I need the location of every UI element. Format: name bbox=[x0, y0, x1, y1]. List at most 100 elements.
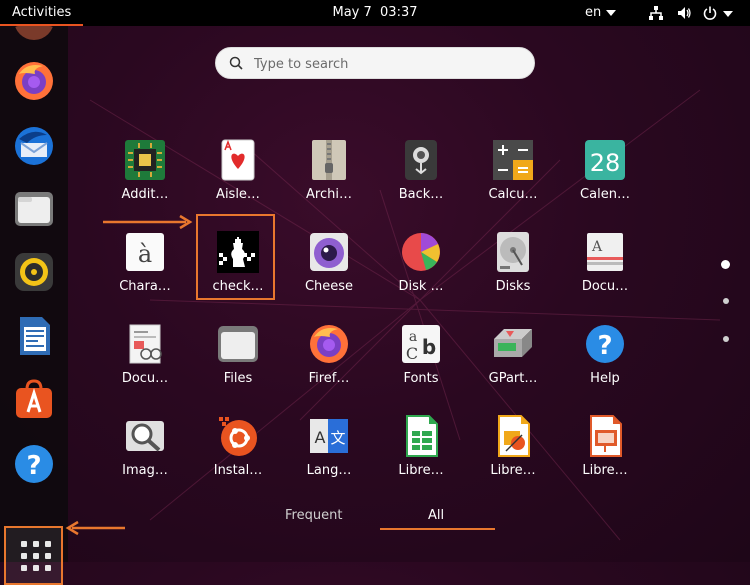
app-label: Lang… bbox=[306, 463, 352, 478]
thunderbird-icon[interactable] bbox=[12, 124, 56, 168]
search-input[interactable] bbox=[252, 53, 516, 75]
activities-button[interactable]: Activities bbox=[0, 0, 84, 26]
ubuntu-installer-icon bbox=[219, 417, 257, 456]
help-icon[interactable]: ? bbox=[12, 442, 56, 486]
highlight-box bbox=[196, 214, 275, 300]
app-tile[interactable]: Firef… bbox=[287, 317, 371, 401]
page-indicator[interactable] bbox=[723, 298, 729, 304]
app-tile[interactable]: 28 Calen… bbox=[563, 133, 647, 217]
date-label: May 7 bbox=[332, 5, 372, 20]
backup-safe-icon bbox=[405, 140, 437, 180]
help-icon: ? bbox=[586, 325, 624, 363]
app-tile[interactable]: Cheese bbox=[287, 225, 371, 309]
app-label: Libre… bbox=[490, 463, 536, 478]
firefox-icon[interactable] bbox=[12, 59, 56, 103]
calendar-icon: 28 bbox=[585, 140, 625, 180]
app-tile[interactable]: Instal… bbox=[196, 409, 280, 493]
app-label: Docu… bbox=[581, 279, 629, 294]
app-tile[interactable]: Addit… bbox=[103, 133, 187, 217]
annotation-arrow-left-icon bbox=[65, 520, 125, 536]
app-label: Addit… bbox=[121, 187, 169, 202]
app-tile[interactable]: Aisle… bbox=[196, 133, 280, 217]
svg-text:C: C bbox=[406, 344, 418, 363]
page-indicator-active[interactable] bbox=[721, 260, 730, 269]
app-label: Instal… bbox=[213, 463, 263, 478]
libreoffice-writer-icon[interactable] bbox=[12, 314, 56, 358]
page-indicator[interactable] bbox=[723, 336, 729, 342]
power-icon[interactable] bbox=[702, 5, 718, 21]
show-applications-icon bbox=[21, 541, 51, 571]
libreoffice-draw-icon bbox=[498, 415, 530, 457]
system-menu-chevron-icon[interactable] bbox=[723, 11, 733, 17]
network-icon[interactable] bbox=[648, 5, 664, 21]
svg-text:文: 文 bbox=[330, 429, 345, 447]
archive-zipper-icon bbox=[312, 140, 346, 180]
files-icon[interactable] bbox=[12, 187, 56, 231]
dock-partial-app-icon[interactable] bbox=[12, 26, 56, 40]
dock: ? bbox=[0, 26, 68, 585]
svg-text:b: b bbox=[422, 335, 436, 359]
app-tile[interactable]: Libre… bbox=[379, 409, 463, 493]
image-viewer-icon bbox=[126, 421, 164, 452]
time-label: 03:37 bbox=[380, 5, 418, 20]
tab-all[interactable]: All bbox=[428, 508, 444, 523]
hard-disk-icon bbox=[497, 232, 529, 272]
app-label: Aisle… bbox=[216, 187, 260, 202]
app-tile[interactable]: Docu… bbox=[103, 317, 187, 401]
document-viewer-icon: A bbox=[587, 233, 623, 271]
app-tile[interactable]: ? Help bbox=[563, 317, 647, 401]
app-tile[interactable]: A Docu… bbox=[563, 225, 647, 309]
calculator-icon bbox=[493, 140, 533, 180]
search-icon bbox=[229, 56, 243, 70]
app-tile[interactable]: A文 Lang… bbox=[287, 409, 371, 493]
libreoffice-impress-icon bbox=[590, 415, 622, 457]
app-label: Imag… bbox=[122, 463, 168, 478]
rhythmbox-icon[interactable] bbox=[12, 250, 56, 294]
app-label: Disk … bbox=[398, 279, 444, 294]
app-label: Calcu… bbox=[488, 187, 538, 202]
app-label: Chara… bbox=[119, 279, 171, 294]
app-tile[interactable]: à Chara… bbox=[103, 225, 187, 309]
software-center-icon[interactable] bbox=[12, 377, 56, 421]
app-tile[interactable]: aCb Fonts bbox=[379, 317, 463, 401]
app-label: GPart… bbox=[488, 371, 538, 386]
app-tile[interactable]: Imag… bbox=[103, 409, 187, 493]
app-tile[interactable]: Libre… bbox=[563, 409, 647, 493]
app-tile[interactable]: Back… bbox=[379, 133, 463, 217]
app-label: Archi… bbox=[306, 187, 352, 202]
search-field[interactable] bbox=[215, 47, 535, 79]
volume-icon[interactable] bbox=[676, 5, 692, 21]
clock-button[interactable]: May 7 03:37 bbox=[332, 5, 417, 20]
app-label: Files bbox=[223, 371, 253, 386]
app-tile[interactable]: Files bbox=[196, 317, 280, 401]
clock: May 7 03:37 bbox=[0, 0, 750, 26]
svg-text:A: A bbox=[591, 239, 603, 255]
disk-usage-pie-icon bbox=[402, 233, 440, 271]
app-tile[interactable]: Calcu… bbox=[471, 133, 555, 217]
svg-text:?: ? bbox=[597, 331, 612, 361]
character-map-icon: à bbox=[126, 233, 164, 271]
fonts-icon: aC b bbox=[402, 325, 440, 363]
document-scanner-icon bbox=[129, 324, 162, 364]
app-tile[interactable]: Archi… bbox=[287, 133, 371, 217]
app-tile[interactable]: GPart… bbox=[471, 317, 555, 401]
language-label: en bbox=[585, 5, 602, 20]
svg-text:?: ? bbox=[26, 451, 41, 481]
language-indicator[interactable]: en bbox=[585, 0, 617, 26]
app-label: Back… bbox=[398, 187, 444, 202]
tab-frequent[interactable]: Frequent bbox=[285, 508, 342, 523]
firefox-icon bbox=[310, 325, 348, 363]
app-tile[interactable]: Disks bbox=[471, 225, 555, 309]
chip-icon bbox=[125, 140, 165, 180]
show-applications-button[interactable] bbox=[4, 526, 63, 585]
app-tile[interactable]: Disk … bbox=[379, 225, 463, 309]
app-tile[interactable]: Libre… bbox=[471, 409, 555, 493]
chevron-down-icon bbox=[606, 9, 617, 16]
libreoffice-calc-icon bbox=[406, 415, 438, 457]
app-label: Docu… bbox=[121, 371, 169, 386]
app-label: Libre… bbox=[398, 463, 444, 478]
app-label: Firef… bbox=[308, 371, 350, 386]
gparted-icon bbox=[494, 329, 532, 357]
svg-text:A: A bbox=[315, 428, 326, 447]
svg-text:28: 28 bbox=[590, 149, 621, 177]
